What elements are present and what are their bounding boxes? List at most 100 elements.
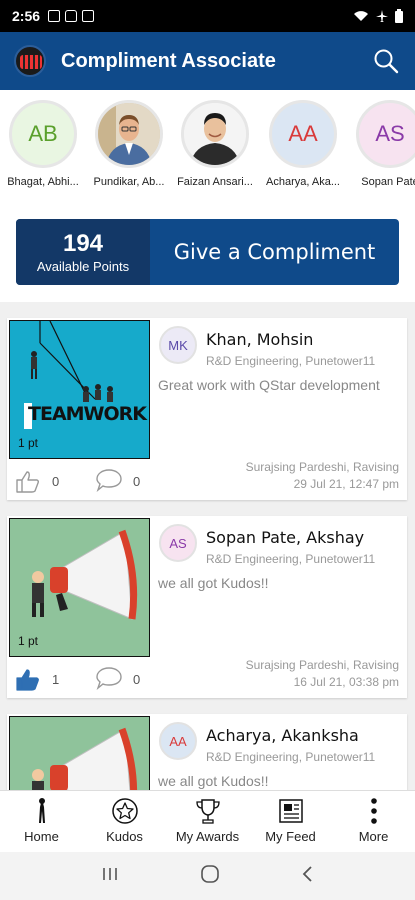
feed-card[interactable]: 1 pt AS Sopan Pate, Akshay R&D Engineeri… [7, 516, 407, 698]
system-nav-bar [0, 852, 415, 900]
points-value: 194 [62, 229, 104, 257]
sender-names: Surajsing Pardeshi, Ravising [245, 460, 399, 474]
comment-count: 0 [133, 474, 141, 489]
associate-item[interactable]: Pundikar, Ab... [84, 100, 174, 188]
nav-label: More [358, 829, 389, 844]
compliment-message: Great work with QStar development [158, 377, 380, 393]
associate-carousel[interactable]: AB Bhagat, Abhi... Pundikar, Ab... Faiza… [0, 90, 415, 200]
home-system-button[interactable] [200, 864, 220, 889]
home-icon [28, 797, 56, 825]
kudos-icon [111, 797, 139, 825]
comment-button[interactable] [95, 468, 123, 493]
nav-kudos[interactable]: Kudos [83, 791, 166, 852]
comment-icon [96, 667, 122, 691]
avatar: AB [9, 100, 77, 168]
recipient-dept: R&D Engineering, Punetower11 [206, 750, 376, 764]
compliment-date: 29 Jul 21, 12:47 pm [293, 477, 399, 491]
associate-item[interactable]: Faizan Ansari... [170, 100, 260, 188]
teamwork-image: TEAMWORK 1 pt [9, 320, 150, 459]
compliment-message: we all got Kudos!! [158, 773, 269, 789]
more-icon [360, 797, 388, 825]
nav-label: My Awards [175, 829, 240, 844]
comment-button[interactable] [95, 666, 123, 691]
awards-icon [194, 797, 222, 825]
points-box: 194 Available Points [16, 219, 150, 285]
teamwork-text: TEAMWORK [28, 403, 147, 425]
recipient-dept: R&D Engineering, Punetower11 [206, 354, 376, 368]
avatar-photo [95, 100, 163, 168]
person-photo-icon [98, 103, 160, 165]
page-title: Compliment Associate [61, 49, 276, 72]
like-button[interactable] [15, 470, 41, 494]
app-notification-icon [82, 10, 95, 22]
give-compliment-button[interactable]: Give a Compliment [150, 219, 399, 285]
points-tag: 1 pt [18, 436, 39, 450]
like-count: 0 [52, 474, 60, 489]
recent-apps-button[interactable] [101, 866, 119, 887]
associate-item[interactable]: AS Sopan Pate [345, 100, 415, 188]
kudos-image: 1 pt [9, 518, 150, 657]
search-icon [374, 49, 399, 74]
avatar-photo [181, 100, 249, 168]
associate-name: Pundikar, Ab... [93, 176, 165, 188]
bottom-nav: Home Kudos My Awards My Feed More [0, 790, 415, 852]
avatar: AS [159, 524, 197, 562]
status-system-icons [353, 9, 403, 23]
avatar: MK [159, 326, 197, 364]
associate-name: Acharya, Aka... [266, 176, 340, 188]
points-label: Available Points [36, 258, 130, 274]
app-header: Compliment Associate [0, 32, 415, 90]
points-tag: 1 pt [18, 634, 39, 648]
recipient-name[interactable]: Sopan Pate, Akshay [206, 528, 364, 547]
thumbs-up-filled-icon [16, 669, 39, 691]
comment-count: 0 [133, 672, 141, 687]
search-button[interactable] [371, 46, 401, 76]
kudos-image [9, 716, 150, 790]
app-logo [14, 45, 46, 77]
comment-icon [96, 469, 122, 493]
avatar: AA [159, 722, 197, 760]
thumbs-up-icon [16, 471, 40, 493]
nav-home[interactable]: Home [0, 791, 83, 852]
status-bar: 2:56 [0, 0, 415, 32]
recent-apps-icon [102, 867, 117, 880]
feed-card[interactable]: TEAMWORK 1 pt MK Khan, Mohsin R&D Engine… [7, 318, 407, 500]
gallery-icon [48, 10, 61, 22]
associate-item[interactable]: AA Acharya, Aka... [258, 100, 348, 188]
nav-label: My Feed [265, 829, 316, 844]
battery-icon [395, 9, 403, 23]
nav-label: Kudos [106, 829, 143, 844]
megaphone-illustration [10, 717, 149, 790]
feed-list[interactable]: TEAMWORK 1 pt MK Khan, Mohsin R&D Engine… [0, 302, 415, 790]
nav-label: Home [24, 829, 59, 844]
recipient-dept: R&D Engineering, Punetower11 [206, 552, 376, 566]
airplane-icon [376, 10, 388, 22]
nav-my-awards[interactable]: My Awards [166, 791, 249, 852]
compliment-message: we all got Kudos!! [158, 575, 269, 591]
back-icon [302, 865, 312, 882]
associate-name: Faizan Ansari... [177, 176, 253, 188]
compliment-date: 16 Jul 21, 03:38 pm [293, 675, 399, 689]
recipient-name[interactable]: Acharya, Akanksha [206, 726, 359, 745]
home-circle-icon [200, 864, 219, 883]
feed-card[interactable]: AA Acharya, Akanksha R&D Engineering, Pu… [7, 714, 407, 790]
avatar: AA [269, 100, 337, 168]
person-photo-icon [184, 103, 246, 165]
like-button[interactable] [15, 668, 41, 692]
avatar: AS [356, 100, 415, 168]
status-notification-icons [48, 10, 95, 22]
back-button[interactable] [301, 865, 315, 888]
lock-icon [65, 10, 78, 22]
nav-more[interactable]: More [332, 791, 415, 852]
like-count: 1 [52, 672, 60, 687]
nav-my-feed[interactable]: My Feed [249, 791, 332, 852]
compliment-banner: 194 Available Points Give a Compliment [16, 219, 399, 285]
sender-names: Surajsing Pardeshi, Ravising [245, 658, 399, 672]
wifi-icon [354, 11, 368, 21]
associate-item[interactable]: AB Bhagat, Abhi... [0, 100, 88, 188]
associate-name: Bhagat, Abhi... [7, 176, 79, 188]
associate-name: Sopan Pate [361, 176, 415, 188]
status-time: 2:56 [12, 8, 41, 24]
feed-icon [277, 797, 305, 825]
recipient-name[interactable]: Khan, Mohsin [206, 330, 313, 349]
